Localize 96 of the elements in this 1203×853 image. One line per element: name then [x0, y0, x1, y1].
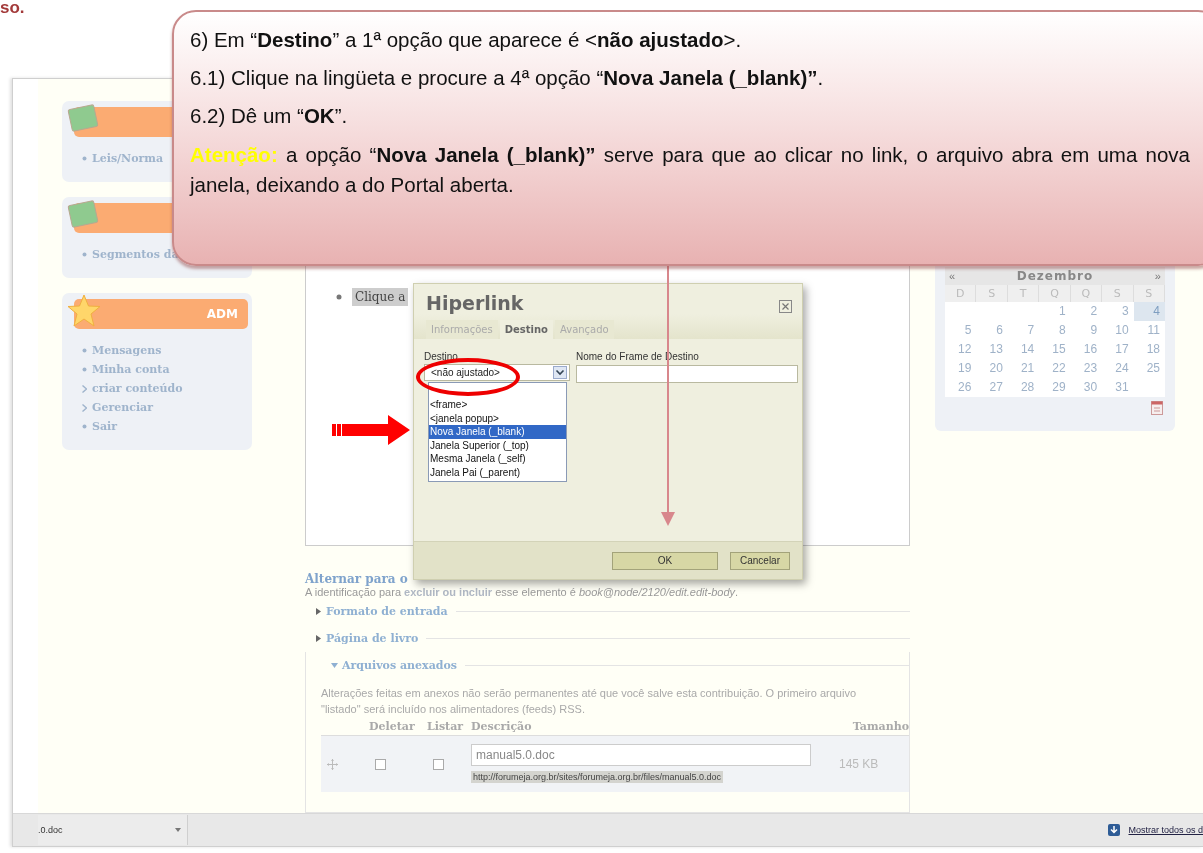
- star-icon: [66, 293, 102, 329]
- dropdown-option[interactable]: Nova Janela (_blank): [429, 425, 566, 439]
- caret-icon: [175, 828, 181, 832]
- menu-link[interactable]: Sair: [92, 420, 118, 433]
- bullet-icon: [82, 367, 87, 372]
- menu-link[interactable]: criar conteúdo: [92, 382, 183, 395]
- calendar-day[interactable]: 3: [1102, 302, 1134, 321]
- file-url: http://forumeja.org.br/sites/forumeja.org.br/files/manual5.0.doc: [471, 771, 724, 783]
- calendar-day[interactable]: 31: [1102, 378, 1134, 397]
- download-icon: [1108, 824, 1121, 836]
- bullet-icon: [82, 348, 87, 353]
- close-button[interactable]: [778, 300, 792, 314]
- note-icon: [66, 101, 100, 135]
- chevron-icon: [82, 403, 87, 412]
- dropdown-option[interactable]: <janela popup>: [429, 411, 566, 425]
- calendar-day[interactable]: 7: [1007, 321, 1040, 340]
- calendar-day[interactable]: 5: [945, 321, 977, 340]
- cancel-button[interactable]: Cancelar: [730, 551, 790, 570]
- calendar-day[interactable]: 25: [1133, 359, 1165, 378]
- note-icon: [66, 197, 100, 231]
- calendar-day[interactable]: 10: [1102, 321, 1134, 340]
- calendar-day[interactable]: 27: [976, 378, 1008, 397]
- dropdown-caret-icon: [553, 366, 567, 379]
- menu-link[interactable]: Leis/Norma: [92, 152, 164, 165]
- fieldset-toggle[interactable]: Página de livro: [326, 632, 419, 645]
- field-label: Nome do Frame de Destino: [576, 351, 700, 364]
- ok-button[interactable]: OK: [612, 551, 718, 570]
- delete-checkbox[interactable]: [375, 758, 386, 770]
- previous-month-link[interactable]: «: [949, 270, 956, 282]
- calendar-day[interactable]: 17: [1102, 340, 1134, 359]
- dropdown-option[interactable]: Janela Superior (_top): [429, 438, 566, 452]
- dropdown-option[interactable]: Janela Pai (_parent): [429, 465, 566, 479]
- bullet-icon: [336, 294, 342, 300]
- calendar-day[interactable]: 29: [1039, 378, 1071, 397]
- calendar-day[interactable]: 18: [1133, 340, 1165, 359]
- calendar-day[interactable]: 22: [1039, 359, 1071, 378]
- warning-text: Atenção: a opção “Nova Janela (_blank)” serve para que ao clicar no link, o arquivo abra em uma nova janela, deixando a do Portal aberta.: [190, 142, 1190, 198]
- menu-link[interactable]: Gerenciar: [92, 401, 153, 414]
- list-checkbox[interactable]: [433, 758, 444, 770]
- instruction-text: 6.2) Dê um “OK”.: [190, 103, 349, 129]
- calendar-day[interactable]: 6: [976, 321, 1008, 340]
- drag-handle-icon: [327, 758, 338, 770]
- calendar-day[interactable]: 23: [1070, 359, 1103, 378]
- calendar-day[interactable]: 19: [945, 359, 977, 378]
- fieldset-toggle[interactable]: Arquivos anexados: [342, 659, 457, 672]
- show-all-downloads-link[interactable]: Mostrar todos os d: [1128, 825, 1203, 835]
- instruction-text: 6.1) Clique na lingüeta e procure a 4ª opção “Nova Janela (_blank)”.: [190, 65, 825, 91]
- chevron-icon: [82, 384, 87, 393]
- highlighted-text: Clique a: [352, 288, 409, 306]
- dropdown-option[interactable]: <frame>: [429, 398, 566, 412]
- dropdown-option[interactable]: Mesma Janela (_self): [429, 452, 566, 466]
- dialog-tab[interactable]: Informações: [426, 320, 498, 339]
- download-item[interactable]: .0.doc: [38, 815, 188, 845]
- calendar-day[interactable]: 26: [945, 378, 977, 397]
- description-field[interactable]: manual5.0.doc: [471, 744, 811, 766]
- calendar-day[interactable]: 9: [1070, 321, 1103, 340]
- field-label: Destino: [424, 351, 459, 364]
- calendar-day[interactable]: 16: [1070, 340, 1103, 359]
- frame-name-field[interactable]: [576, 364, 798, 383]
- calendar-day[interactable]: 21: [1007, 359, 1040, 378]
- calendar-day[interactable]: 14: [1007, 340, 1040, 359]
- calendar-day[interactable]: 4: [1133, 302, 1165, 321]
- bullet-icon: [82, 252, 87, 257]
- attachments-note: Alterações feitas em anexos não serão permanentes até que você salve esta contribuição. O primeiro arquivo "listado" será incluído nos alimentadores (feeds) RSS.: [321, 686, 857, 717]
- calendar-icon: [1151, 401, 1163, 415]
- calendar-day[interactable]: 11: [1133, 321, 1165, 340]
- calendar-day[interactable]: 12: [945, 340, 977, 359]
- fieldset-toggle[interactable]: Formato de entrada: [326, 605, 448, 618]
- bullet-icon: [82, 424, 87, 429]
- calendar-day[interactable]: 15: [1039, 340, 1071, 359]
- dialog-title: Hiperlink: [426, 292, 524, 314]
- target-select[interactable]: <não ajustado>: [424, 364, 570, 381]
- next-month-link[interactable]: »: [1154, 270, 1161, 282]
- calendar-day[interactable]: 8: [1039, 321, 1071, 340]
- calendar-day[interactable]: 30: [1070, 378, 1103, 397]
- file-size: 145 KB: [839, 757, 880, 771]
- calendar-day[interactable]: 2: [1070, 302, 1103, 321]
- menu-link[interactable]: Mensagens: [92, 344, 162, 357]
- section-heading: so.: [0, 0, 26, 19]
- id-note: A identificação para excluir ou incluir esse elemento é book@node/2120/edit.edit-body.: [305, 586, 740, 598]
- bullet-icon: [82, 156, 87, 161]
- calendar-day[interactable]: 13: [976, 340, 1008, 359]
- panel-title: ADM: [206, 307, 238, 321]
- column-header: Descrição: [471, 719, 533, 733]
- calendar-day[interactable]: 20: [976, 359, 1008, 378]
- column-header: Deletar: [369, 719, 416, 733]
- calendar-day[interactable]: 1: [1039, 302, 1071, 321]
- calendar-month: Dezembro: [1016, 269, 1094, 283]
- calendar-day[interactable]: 28: [1007, 378, 1040, 397]
- dialog-tab[interactable]: Destino: [499, 320, 553, 339]
- column-header: Listar: [427, 719, 465, 733]
- instruction-text: 6) Em “Destino” a 1ª opção que aparece é <não ajustado>.: [190, 27, 743, 53]
- dialog-tab[interactable]: Avançado: [554, 320, 614, 339]
- calendar-day[interactable]: 24: [1102, 359, 1134, 378]
- column-header: Tamanho: [851, 719, 909, 733]
- menu-link[interactable]: Minha conta: [92, 363, 170, 376]
